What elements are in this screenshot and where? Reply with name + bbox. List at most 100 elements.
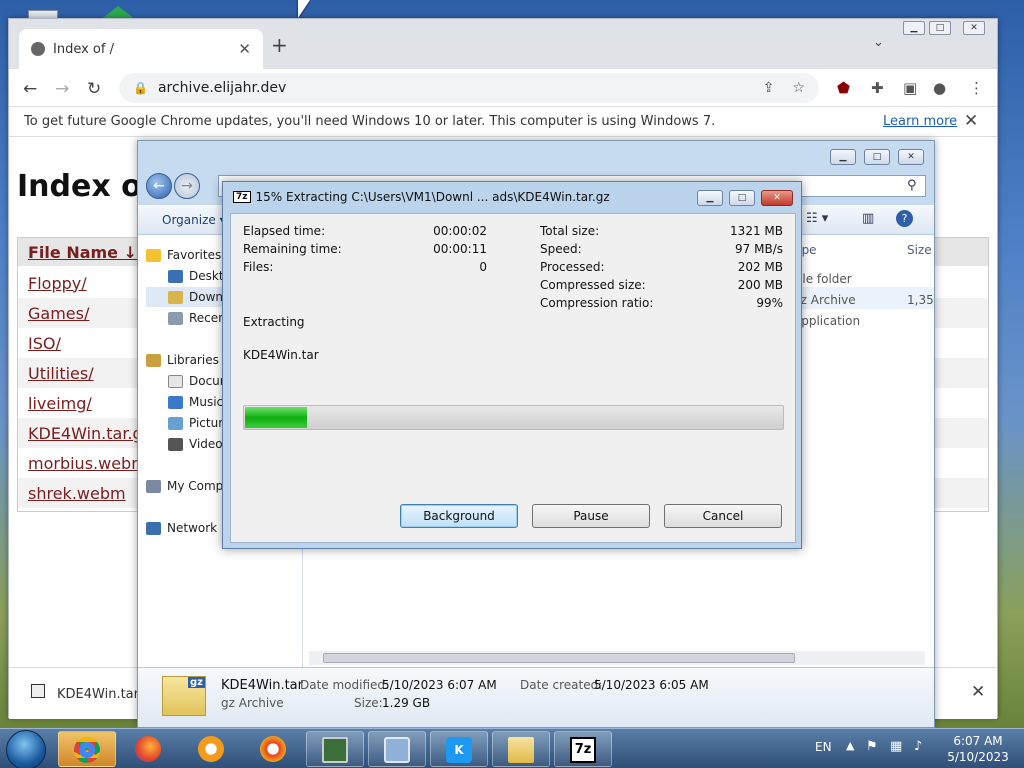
clock-time: 6:07 AM — [953, 734, 1003, 748]
address-bar[interactable]: 🔒 archive.elijahr.dev ⇪ ☆ — [119, 73, 819, 103]
tab-strip: Index of / ✕ + ⌄ ▁ □ ✕ — [9, 19, 997, 69]
ublock-icon[interactable]: ⬟ — [837, 79, 850, 97]
desktop-icon — [168, 269, 183, 283]
speed-label: Speed: — [540, 242, 582, 256]
globe-icon — [31, 42, 45, 56]
help-icon[interactable]: ? — [896, 210, 913, 227]
search-icon[interactable]: ⚲ — [907, 178, 917, 193]
network-icon — [146, 521, 161, 535]
kebab-menu-icon[interactable]: ⋮ — [969, 79, 984, 97]
close-infobar-icon[interactable]: ✕ — [964, 111, 978, 131]
cancel-button[interactable]: Cancel — [664, 504, 782, 528]
close-download-bar-icon[interactable]: ✕ — [971, 682, 985, 702]
total-size-value: 1321 MB — [730, 224, 783, 238]
music-note-icon — [168, 395, 183, 409]
compressed-size-value: 200 MB — [737, 278, 783, 292]
side-panel-icon[interactable]: ▣ — [903, 79, 917, 97]
start-button[interactable] — [6, 730, 46, 768]
taskbar-chrome[interactable] — [58, 731, 116, 767]
archive-file-icon: gz — [162, 676, 206, 716]
browser-icon[interactable] — [260, 736, 286, 762]
back-icon[interactable]: ← — [23, 79, 37, 99]
browser-icon[interactable] — [198, 736, 224, 762]
browser-tab[interactable]: Index of / ✕ — [19, 29, 263, 69]
recent-places-icon — [168, 311, 183, 325]
horizontal-scrollbar[interactable] — [309, 651, 925, 665]
maximize-button[interactable]: □ — [929, 21, 951, 35]
current-file: KDE4Win.tar — [243, 348, 319, 362]
maximize-button[interactable]: □ — [864, 149, 890, 165]
extensions-puzzle-icon[interactable]: ✚ — [871, 79, 884, 97]
remaining-value: 00:00:11 — [433, 242, 487, 256]
network-icon[interactable]: ▦ — [890, 739, 902, 754]
size-value: 1.29 GB — [382, 696, 431, 710]
created-value: 5/10/2023 6:05 AM — [594, 678, 709, 692]
elapsed-label: Elapsed time: — [243, 224, 326, 238]
taskbar-explorer[interactable] — [492, 731, 550, 767]
gz-badge: gz — [188, 677, 205, 688]
size-label: Size: — [354, 696, 383, 710]
elapsed-value: 00:00:02 — [433, 224, 487, 238]
forward-icon[interactable]: → — [55, 79, 69, 99]
update-infobar: To get future Google Chrome updates, you… — [9, 107, 997, 137]
forward-icon[interactable]: → — [174, 173, 200, 199]
browser-toolbar: ← → ↻ 🔒 archive.elijahr.dev ⇪ ☆ ⬟ ✚ ▣ ● … — [9, 69, 997, 107]
url-text: archive.elijahr.dev — [157, 80, 287, 96]
processed-label: Processed: — [540, 260, 605, 274]
document-icon — [168, 374, 183, 388]
minimize-button[interactable]: ▁ — [697, 190, 723, 206]
taskbar-7zip[interactable]: 7z — [554, 731, 612, 767]
close-window-button[interactable]: ✕ — [963, 21, 985, 35]
details-file-type: gz Archive — [221, 696, 284, 710]
share-icon[interactable]: ⇪ — [763, 80, 775, 96]
taskbar-task-manager[interactable] — [306, 731, 364, 767]
learn-more-link[interactable]: Learn more — [883, 114, 957, 129]
minimize-button[interactable]: ▁ — [830, 149, 856, 165]
compression-ratio-label: Compression ratio: — [540, 296, 654, 310]
dialog-title-bar: 7z 15% Extracting C:\Users\VM1\Downl ...… — [233, 190, 610, 204]
column-size[interactable]: Size — [907, 243, 932, 257]
back-icon[interactable]: ← — [146, 173, 172, 199]
infobar-message: To get future Google Chrome updates, you… — [24, 114, 716, 129]
monitor-icon — [322, 737, 348, 763]
7zip-icon: 7z — [570, 737, 596, 763]
7zip-logo-icon: 7z — [233, 191, 251, 203]
new-tab-icon[interactable]: + — [271, 33, 288, 57]
language-indicator[interactable]: EN — [815, 740, 832, 754]
speed-value: 97 MB/s — [735, 242, 783, 256]
show-hidden-icons[interactable]: ▲ — [846, 739, 854, 752]
bookmark-star-icon[interactable]: ☆ — [792, 80, 805, 96]
file-type: gz Archive — [793, 293, 856, 307]
firefox-icon[interactable] — [135, 736, 161, 762]
close-tab-icon[interactable]: ✕ — [238, 40, 251, 58]
library-icon — [146, 353, 161, 367]
processed-value: 202 MB — [737, 260, 783, 274]
reload-icon[interactable]: ↻ — [87, 79, 101, 99]
chevron-down-icon[interactable]: ⌄ — [873, 35, 884, 50]
files-value: 0 — [479, 260, 487, 274]
pause-button[interactable]: Pause — [532, 504, 650, 528]
clock-date: 5/10/2023 — [947, 750, 1009, 764]
taskbar-control-panel[interactable] — [368, 731, 426, 767]
maximize-button[interactable]: □ — [729, 190, 755, 206]
scrollbar-thumb[interactable] — [323, 653, 795, 663]
close-window-button[interactable]: ✕ — [898, 149, 924, 165]
volume-icon[interactable]: ♪ — [914, 739, 922, 754]
organize-button[interactable]: Organize ▾ — [162, 213, 226, 227]
progress-fill — [245, 407, 307, 428]
file-size: 1,35 — [907, 293, 934, 307]
dialog-body: Elapsed time: 00:00:02 Remaining time: 0… — [230, 213, 796, 543]
film-icon — [168, 437, 183, 451]
view-options-icon[interactable]: ☷ ▾ — [806, 211, 828, 226]
clock[interactable]: 6:07 AM 5/10/2023 — [938, 733, 1018, 765]
preview-pane-icon[interactable]: ▥ — [862, 211, 874, 226]
progress-bar — [243, 405, 784, 430]
background-button[interactable]: Background — [400, 504, 518, 528]
close-window-button[interactable]: ✕ — [761, 190, 793, 206]
profile-avatar-icon[interactable]: ● — [933, 79, 946, 97]
star-icon — [146, 248, 161, 262]
modified-label: Date modified: — [300, 678, 390, 692]
minimize-button[interactable]: ▁ — [903, 21, 925, 35]
action-center-icon[interactable]: ⚑ — [866, 739, 878, 754]
taskbar-kde[interactable]: K — [430, 731, 488, 767]
